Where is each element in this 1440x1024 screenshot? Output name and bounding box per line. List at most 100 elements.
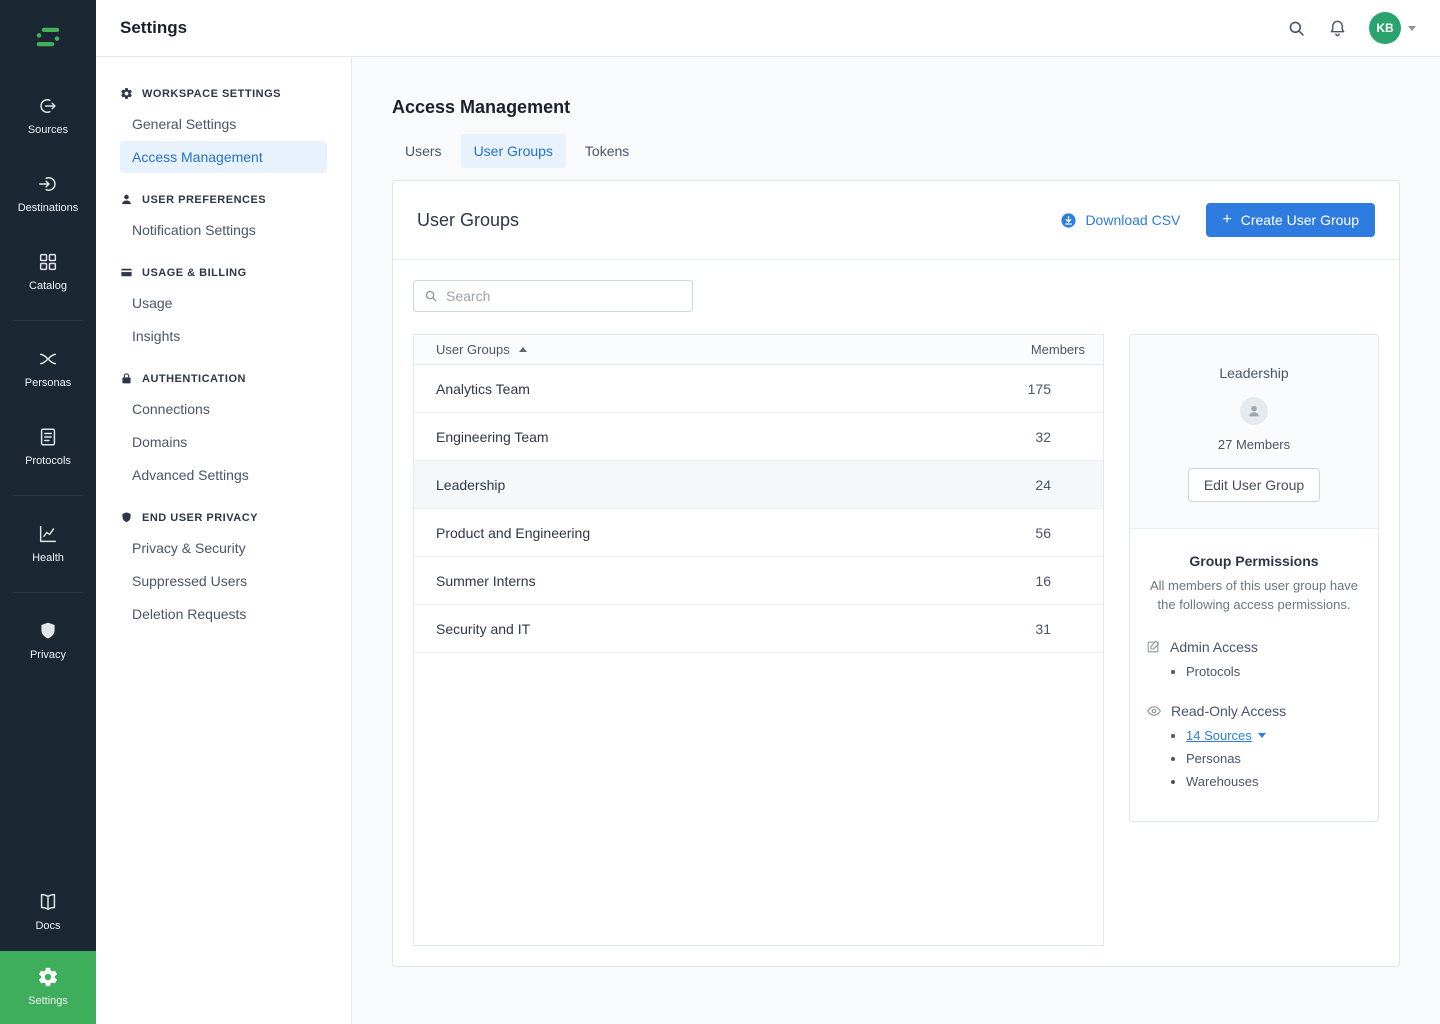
sidebar-item-label: Docs bbox=[35, 920, 60, 932]
nav-section-label: AUTHENTICATION bbox=[142, 373, 246, 385]
privacy-icon bbox=[37, 620, 59, 642]
nav-item-advanced-settings[interactable]: Advanced Settings bbox=[120, 459, 327, 491]
nav-item-general-settings[interactable]: General Settings bbox=[120, 108, 327, 140]
catalog-icon bbox=[37, 251, 59, 273]
account-menu[interactable]: KB bbox=[1369, 12, 1416, 44]
search-input-icon bbox=[424, 289, 438, 303]
sidebar-item-label: Sources bbox=[28, 124, 68, 136]
shield-icon bbox=[120, 511, 133, 524]
tab-users[interactable]: Users bbox=[392, 134, 455, 168]
sidebar-item-health[interactable]: Health bbox=[0, 505, 96, 583]
top-header: Settings KB bbox=[96, 0, 1440, 57]
admin-access-list: Protocols bbox=[1186, 664, 1362, 679]
nav-item-access-management[interactable]: Access Management bbox=[120, 141, 327, 173]
table-and-detail: User Groups Members Analytics Team 175 E… bbox=[413, 334, 1379, 946]
nav-section-title: USER PREFERENCES bbox=[120, 193, 327, 206]
sources-link-label[interactable]: 14 Sources bbox=[1186, 728, 1252, 743]
table-row[interactable]: Product and Engineering 56 bbox=[414, 509, 1103, 557]
nav-section-title: AUTHENTICATION bbox=[120, 372, 327, 385]
nav-item-connections[interactable]: Connections bbox=[120, 393, 327, 425]
sidebar-item-label: Destinations bbox=[18, 202, 79, 214]
user-groups-table: User Groups Members Analytics Team 175 E… bbox=[413, 334, 1104, 946]
column-members[interactable]: Members bbox=[1031, 342, 1085, 357]
nav-section-label: USER PREFERENCES bbox=[142, 194, 266, 206]
edit-user-group-button[interactable]: Edit User Group bbox=[1188, 468, 1320, 502]
group-members: 16 bbox=[1035, 573, 1051, 589]
group-members: 56 bbox=[1035, 525, 1051, 541]
search-box bbox=[413, 280, 693, 312]
read-only-access-item: Warehouses bbox=[1186, 774, 1362, 789]
group-name: Summer Interns bbox=[436, 573, 536, 589]
download-csv-link[interactable]: Download CSV bbox=[1060, 212, 1180, 229]
read-only-access-list: 14 Sources Personas Warehouses bbox=[1186, 728, 1362, 789]
settings-nav: WORKSPACE SETTINGS General Settings Acce… bbox=[96, 57, 352, 1024]
admin-access-group: Admin Access Protocols bbox=[1146, 639, 1362, 679]
page-header-title: Settings bbox=[120, 18, 187, 38]
admin-access-item: Protocols bbox=[1186, 664, 1362, 679]
plus-icon: + bbox=[1222, 212, 1231, 228]
caret-down-icon bbox=[1408, 26, 1416, 31]
download-csv-label: Download CSV bbox=[1085, 212, 1180, 228]
sort-asc-icon bbox=[519, 347, 527, 352]
search-icon[interactable] bbox=[1287, 19, 1306, 38]
group-members: 175 bbox=[1028, 381, 1051, 397]
table-row[interactable]: Analytics Team 175 bbox=[414, 365, 1103, 413]
segment-logo[interactable] bbox=[0, 0, 96, 77]
nav-section-user-preferences: USER PREFERENCES Notification Settings bbox=[120, 193, 327, 246]
sidebar-item-destinations[interactable]: Destinations bbox=[0, 155, 96, 233]
sidebar-spacer bbox=[0, 680, 96, 873]
nav-item-usage[interactable]: Usage bbox=[120, 287, 327, 319]
sidebar-item-docs[interactable]: Docs bbox=[0, 873, 96, 951]
nav-item-domains[interactable]: Domains bbox=[120, 426, 327, 458]
detail-members-count: 27 Members bbox=[1146, 437, 1362, 452]
sources-expand-link[interactable]: 14 Sources bbox=[1186, 728, 1266, 743]
edit-square-icon bbox=[1146, 639, 1161, 654]
sources-caret-icon bbox=[1258, 733, 1266, 738]
table-row[interactable]: Engineering Team 32 bbox=[414, 413, 1103, 461]
group-name: Leadership bbox=[436, 477, 505, 493]
table-row[interactable]: Security and IT 31 bbox=[414, 605, 1103, 653]
bell-icon[interactable] bbox=[1328, 19, 1347, 38]
download-icon bbox=[1060, 212, 1077, 229]
right-column: Settings KB bbox=[96, 0, 1440, 1024]
nav-section-title: USAGE & BILLING bbox=[120, 266, 327, 279]
read-only-access-item: Personas bbox=[1186, 751, 1362, 766]
nav-section-workspace-settings: WORKSPACE SETTINGS General Settings Acce… bbox=[120, 87, 327, 173]
content-row: WORKSPACE SETTINGS General Settings Acce… bbox=[96, 57, 1440, 1024]
lock-icon bbox=[120, 372, 133, 385]
create-user-group-button[interactable]: + Create User Group bbox=[1206, 203, 1375, 237]
sidebar-item-catalog[interactable]: Catalog bbox=[0, 233, 96, 311]
table-row[interactable]: Summer Interns 16 bbox=[414, 557, 1103, 605]
tab-tokens[interactable]: Tokens bbox=[572, 134, 642, 168]
avatar[interactable]: KB bbox=[1369, 12, 1401, 44]
permissions-title: Group Permissions bbox=[1146, 553, 1362, 569]
detail-bottom: Group Permissions All members of this us… bbox=[1130, 529, 1378, 821]
group-members: 32 bbox=[1035, 429, 1051, 445]
create-user-group-label: Create User Group bbox=[1241, 212, 1359, 228]
nav-item-suppressed-users[interactable]: Suppressed Users bbox=[120, 565, 327, 597]
permissions-description: All members of this user group have the … bbox=[1146, 577, 1362, 615]
sidebar-item-privacy[interactable]: Privacy bbox=[0, 602, 96, 680]
card-header: User Groups Download CSV bbox=[393, 181, 1399, 260]
nav-item-notification-settings[interactable]: Notification Settings bbox=[120, 214, 327, 246]
read-only-access-group: Read-Only Access 14 Sources bbox=[1146, 703, 1362, 789]
sidebar-item-settings[interactable]: Settings bbox=[0, 951, 96, 1024]
group-name: Security and IT bbox=[436, 621, 530, 637]
tabs: Users User Groups Tokens bbox=[392, 134, 1400, 168]
nav-item-insights[interactable]: Insights bbox=[120, 320, 327, 352]
table-row-selected[interactable]: Leadership 24 bbox=[414, 461, 1103, 509]
nav-item-deletion-requests[interactable]: Deletion Requests bbox=[120, 598, 327, 630]
sidebar-item-label: Protocols bbox=[25, 455, 71, 467]
group-members: 24 bbox=[1035, 477, 1051, 493]
app-nav: Sources Destinations Catalog bbox=[0, 77, 96, 1024]
column-user-groups[interactable]: User Groups bbox=[436, 342, 510, 357]
nav-item-privacy-security[interactable]: Privacy & Security bbox=[120, 532, 327, 564]
sidebar-item-protocols[interactable]: Protocols bbox=[0, 408, 96, 486]
sidebar-item-sources[interactable]: Sources bbox=[0, 77, 96, 155]
search-input[interactable] bbox=[446, 288, 682, 304]
workspace-gear-icon bbox=[120, 87, 133, 100]
nav-section-title: WORKSPACE SETTINGS bbox=[120, 87, 327, 100]
tab-user-groups[interactable]: User Groups bbox=[461, 134, 566, 168]
group-name: Engineering Team bbox=[436, 429, 549, 445]
sidebar-item-personas[interactable]: Personas bbox=[0, 330, 96, 408]
